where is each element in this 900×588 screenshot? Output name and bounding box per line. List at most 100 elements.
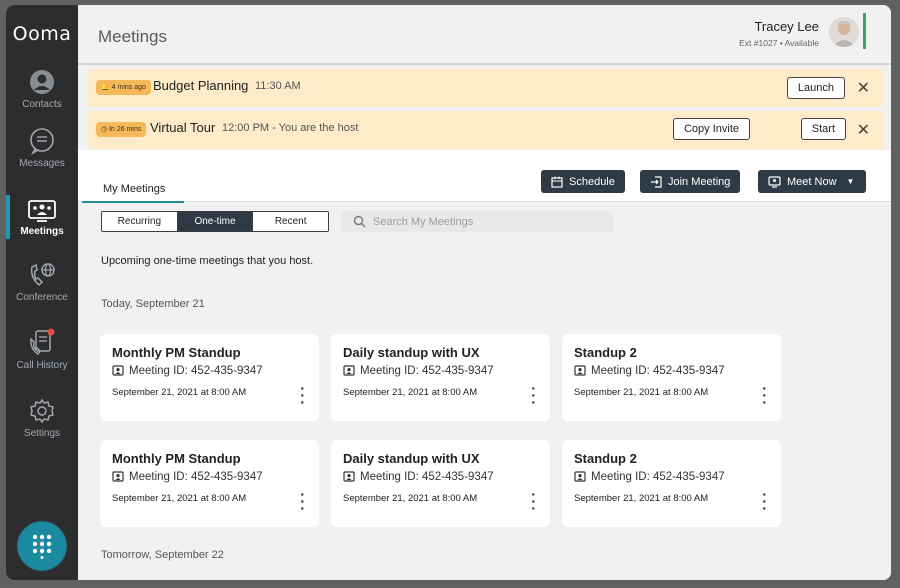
meeting-date: September 21, 2021 at 8:00 AM bbox=[574, 493, 709, 504]
banner-time: 12:00 PM - You are the host bbox=[222, 122, 359, 134]
schedule-button[interactable]: Schedule bbox=[541, 170, 625, 193]
user-photo-icon bbox=[829, 17, 859, 47]
main-panel: My Meetings Schedule Join Meeting Meet N… bbox=[78, 150, 891, 580]
dialpad-icon bbox=[32, 534, 52, 559]
meeting-date: September 21, 2021 at 8:00 AM bbox=[112, 493, 247, 504]
sidebar-item-call-history[interactable]: Call History bbox=[6, 327, 78, 371]
join-meeting-label: Join Meeting bbox=[668, 175, 731, 188]
user-name: Tracey Lee bbox=[754, 19, 819, 34]
meeting-room-icon bbox=[574, 365, 586, 376]
meeting-type-filter: Recurring One-time Recent bbox=[101, 211, 329, 232]
search-icon bbox=[353, 215, 366, 228]
sidebar-item-label: Meetings bbox=[20, 226, 64, 237]
meeting-room-icon bbox=[112, 471, 124, 482]
meeting-room-icon bbox=[574, 471, 586, 482]
meeting-id-row: Meeting ID: 452-435-9347 bbox=[112, 365, 263, 377]
meeting-id-row: Meeting ID: 452-435-9347 bbox=[343, 365, 494, 377]
more-options-icon[interactable]: · · · bbox=[300, 381, 305, 409]
meeting-id: Meeting ID: 452-435-9347 bbox=[591, 471, 725, 483]
copy-invite-button[interactable]: Copy Invite bbox=[672, 118, 750, 140]
close-icon[interactable]: ✕ bbox=[857, 120, 870, 140]
search-box bbox=[341, 211, 613, 232]
tab-underline bbox=[82, 201, 184, 203]
schedule-label: Schedule bbox=[569, 175, 615, 188]
conference-icon bbox=[30, 263, 55, 287]
meeting-id-row: Meeting ID: 452-435-9347 bbox=[574, 365, 725, 377]
meeting-id: Meeting ID: 452-435-9347 bbox=[360, 471, 494, 483]
sidebar-item-messages[interactable]: Messages bbox=[6, 127, 78, 169]
meeting-card[interactable]: Standup 2 Meeting ID: 452-435-9347 Septe… bbox=[562, 440, 781, 527]
sidebar-item-settings[interactable]: Settings bbox=[6, 397, 78, 439]
meeting-card[interactable]: Monthly PM Standup Meeting ID: 452-435-9… bbox=[100, 334, 319, 421]
segment-recurring[interactable]: Recurring bbox=[102, 212, 177, 231]
meeting-id: Meeting ID: 452-435-9347 bbox=[591, 365, 725, 377]
meeting-date: September 21, 2021 at 8:00 AM bbox=[343, 493, 478, 504]
meeting-title: Daily standup with UX bbox=[343, 451, 480, 466]
more-options-icon[interactable]: · · · bbox=[531, 487, 536, 515]
start-button[interactable]: Start bbox=[800, 118, 846, 140]
ooma-logo: Ooma bbox=[12, 23, 72, 45]
banner-title: Virtual Tour bbox=[150, 120, 216, 135]
tab-my-meetings[interactable]: My Meetings bbox=[103, 183, 165, 195]
sidebar-item-label: Call History bbox=[16, 360, 68, 371]
meeting-card[interactable]: Daily standup with UX Meeting ID: 452-43… bbox=[331, 334, 550, 421]
segment-one-time[interactable]: One-time bbox=[176, 212, 253, 231]
tab-bar: My Meetings Schedule Join Meeting Meet N… bbox=[78, 150, 891, 203]
presence-indicator bbox=[863, 13, 866, 49]
messages-icon bbox=[30, 128, 54, 155]
meeting-date: September 21, 2021 at 8:00 AM bbox=[112, 387, 247, 398]
sidebar-item-conference[interactable]: Conference bbox=[6, 261, 78, 303]
meeting-room-icon bbox=[343, 365, 355, 376]
join-meeting-button[interactable]: Join Meeting bbox=[640, 170, 741, 193]
sign-in-icon bbox=[651, 175, 662, 188]
meeting-banner-budget-planning: 🔔 4 mins ago Budget Planning 11:30 AM La… bbox=[88, 69, 883, 107]
meeting-card[interactable]: Monthly PM Standup Meeting ID: 452-435-9… bbox=[100, 440, 319, 527]
meeting-id-row: Meeting ID: 452-435-9347 bbox=[343, 471, 494, 483]
more-options-icon[interactable]: · · · bbox=[531, 381, 536, 409]
page-title: Meetings bbox=[98, 27, 167, 46]
more-options-icon[interactable]: · · · bbox=[300, 487, 305, 515]
sidebar-item-meetings[interactable]: Meetings bbox=[6, 199, 78, 237]
call-history-icon bbox=[30, 328, 55, 355]
badge-label: In 26 mins bbox=[109, 126, 142, 133]
top-header: Meetings Tracey Lee Ext #1027 • Availabl… bbox=[78, 5, 891, 65]
more-options-icon[interactable]: · · · bbox=[762, 487, 767, 515]
badge-label: 4 mins ago bbox=[111, 84, 146, 91]
meet-now-button[interactable]: Meet Now ▼ bbox=[758, 170, 866, 193]
sidebar-item-contacts[interactable]: Contacts bbox=[6, 68, 78, 110]
meeting-card[interactable]: Standup 2 Meeting ID: 452-435-9347 Septe… bbox=[562, 334, 781, 421]
meeting-room-icon bbox=[112, 365, 124, 376]
time-until-badge: ◷ In 26 mins bbox=[96, 122, 147, 137]
meet-now-label: Meet Now bbox=[787, 175, 837, 188]
meeting-id: Meeting ID: 452-435-9347 bbox=[129, 471, 263, 483]
meeting-id-row: Meeting ID: 452-435-9347 bbox=[112, 471, 263, 483]
meeting-title: Daily standup with UX bbox=[343, 345, 480, 360]
meeting-title: Monthly PM Standup bbox=[112, 451, 241, 466]
intro-text: Upcoming one-time meetings that you host… bbox=[101, 255, 314, 267]
meeting-card[interactable]: Daily standup with UX Meeting ID: 452-43… bbox=[331, 440, 550, 527]
search-input[interactable] bbox=[373, 213, 603, 230]
close-icon[interactable]: ✕ bbox=[857, 78, 870, 98]
sidebar-item-label: Contacts bbox=[22, 99, 62, 110]
sidebar-item-label: Messages bbox=[19, 158, 65, 169]
meeting-id-row: Meeting ID: 452-435-9347 bbox=[574, 471, 725, 483]
meeting-banner-virtual-tour: ◷ In 26 mins Virtual Tour 12:00 PM - You… bbox=[88, 111, 883, 149]
dialpad-button[interactable] bbox=[18, 522, 66, 570]
launch-button[interactable]: Launch bbox=[786, 77, 845, 99]
more-options-icon[interactable]: · · · bbox=[762, 381, 767, 409]
calendar-icon bbox=[551, 176, 563, 188]
meeting-room-icon bbox=[343, 471, 355, 482]
meeting-title: Standup 2 bbox=[574, 451, 637, 466]
avatar[interactable] bbox=[829, 17, 859, 47]
banner-title: Budget Planning bbox=[153, 78, 249, 93]
segment-recent[interactable]: Recent bbox=[252, 212, 328, 231]
meeting-title: Standup 2 bbox=[574, 345, 637, 360]
section-heading-tomorrow: Tomorrow, September 22 bbox=[101, 549, 224, 561]
user-status: Ext #1027 • Available bbox=[739, 38, 819, 48]
time-ago-badge: 🔔 4 mins ago bbox=[96, 80, 151, 95]
chevron-down-icon: ▼ bbox=[846, 177, 855, 186]
sidebar-item-label: Conference bbox=[16, 292, 68, 303]
banner-time: 11:30 AM bbox=[255, 80, 301, 92]
sidebar: Ooma Contacts Messages Meetings Conferen… bbox=[6, 5, 78, 580]
section-heading-today: Today, September 21 bbox=[101, 298, 205, 310]
